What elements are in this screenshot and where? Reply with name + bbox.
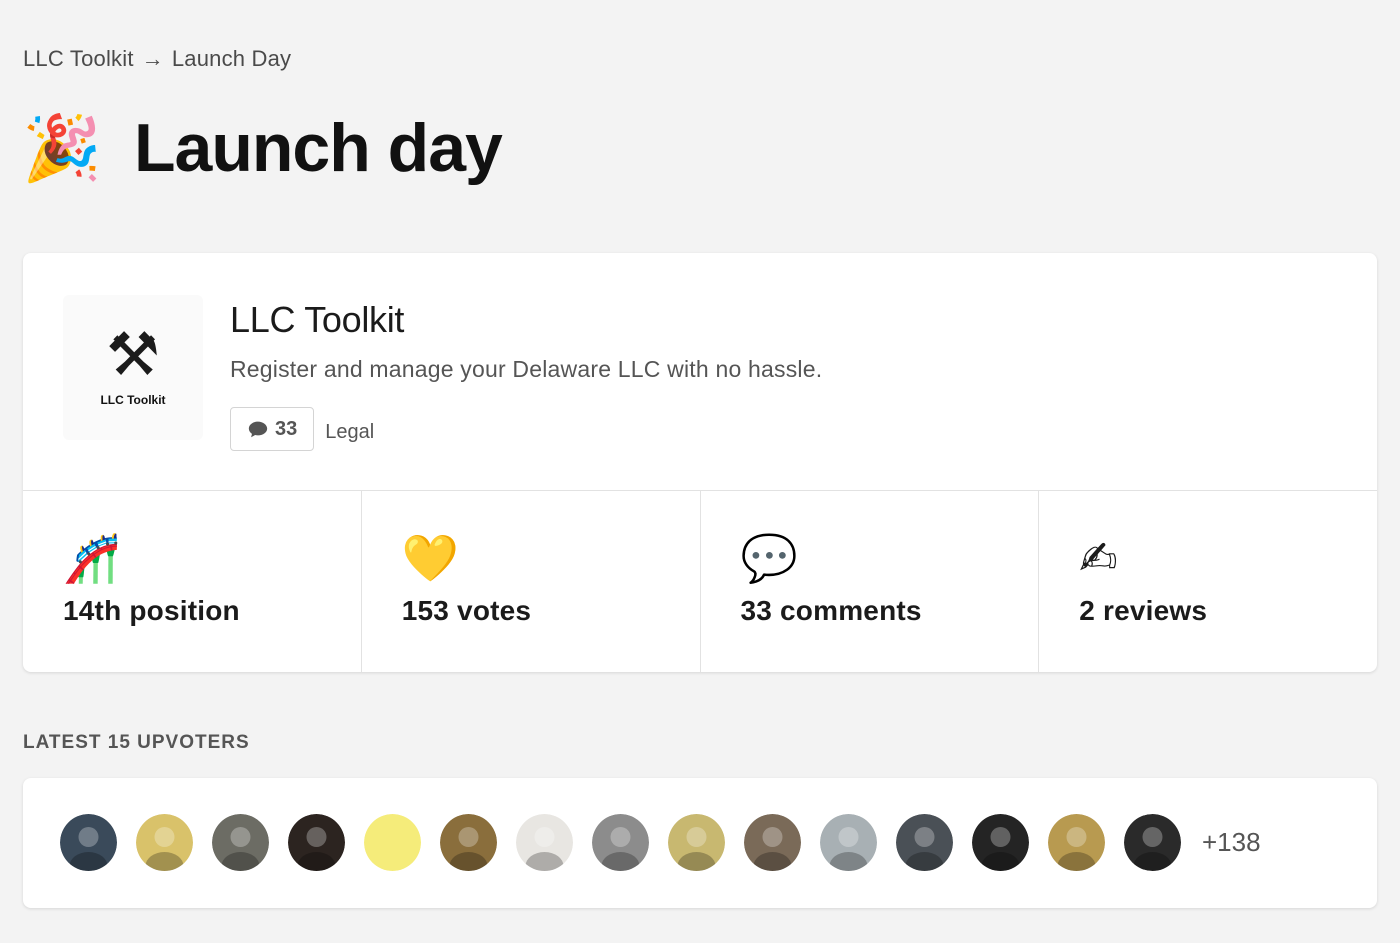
gold-heart-icon: 💛 [401, 532, 460, 584]
product-tagline: Register and manage your Delaware LLC wi… [230, 356, 823, 382]
writing-hand-icon: ✍ [1079, 532, 1118, 584]
stat-comments: 💬 33 comments [701, 491, 1040, 672]
breadcrumb-product-link[interactable]: LLC Toolkit [23, 46, 134, 72]
upvoter-avatar[interactable] [60, 814, 117, 871]
upvoter-avatar[interactable] [440, 814, 497, 871]
comment-count: 33 [275, 417, 298, 440]
breadcrumb-current: Launch Day [171, 46, 292, 71]
upvoter-avatar[interactable] [744, 814, 801, 871]
breadcrumb-arrow: → [141, 46, 164, 71]
stat-comments-label: 33 comments [740, 595, 922, 626]
upvoter-avatar[interactable] [516, 814, 573, 871]
logo-text: LLC Toolkit [100, 393, 166, 407]
stat-votes-label: 153 votes [401, 595, 532, 626]
upvoter-avatar[interactable] [592, 814, 649, 871]
upvoter-avatar[interactable] [972, 814, 1029, 871]
upvoter-avatar[interactable] [820, 814, 877, 871]
product-meta: 33 Legal [230, 407, 374, 451]
more-upvoters-link[interactable]: +138 [1202, 827, 1261, 858]
stat-position-label: 14th position [63, 595, 240, 626]
topic-tag[interactable]: Legal [325, 421, 374, 444]
avatar-row: +138 [60, 814, 1261, 871]
page-header: 🎉 Launch day [22, 108, 503, 188]
comment-count-button[interactable]: 33 [230, 407, 315, 451]
upvoters-heading: LATEST 15 UPVOTERS [23, 732, 250, 753]
speech-bubble-icon: 💬 [740, 532, 798, 584]
breadcrumb: LLC Toolkit → Launch Day [23, 46, 291, 72]
upvoters-card: +138 [23, 778, 1377, 908]
stat-position: 🎢 14th position [23, 491, 362, 672]
stats-row: 🎢 14th position 💛 153 votes 💬 33 comment… [23, 491, 1377, 672]
stat-votes: 💛 153 votes [362, 491, 701, 672]
upvoter-avatar[interactable] [364, 814, 421, 871]
product-name[interactable]: LLC Toolkit [230, 299, 404, 341]
upvoter-avatar[interactable] [1048, 814, 1105, 871]
product-info: ⚒ LLC Toolkit LLC Toolkit Register and m… [23, 253, 1377, 491]
page-title: Launch day [134, 110, 503, 186]
roller-coaster-icon: 🎢 [63, 532, 121, 584]
stat-reviews-label: 2 reviews [1079, 595, 1208, 626]
party-popper-icon: 🎉 [22, 112, 102, 184]
hammer-and-wrench-icon: ⚒ [106, 321, 160, 388]
upvoter-avatar[interactable] [1124, 814, 1181, 871]
product-card: ⚒ LLC Toolkit LLC Toolkit Register and m… [23, 253, 1377, 672]
upvoter-avatar[interactable] [288, 814, 345, 871]
upvoter-avatar[interactable] [896, 814, 953, 871]
upvoter-avatar[interactable] [136, 814, 193, 871]
comment-bubble-icon [248, 421, 268, 438]
stat-reviews: ✍ 2 reviews [1039, 491, 1377, 672]
upvoter-avatar[interactable] [212, 814, 269, 871]
upvoter-avatar[interactable] [668, 814, 725, 871]
product-logo[interactable]: ⚒ LLC Toolkit [63, 295, 203, 440]
